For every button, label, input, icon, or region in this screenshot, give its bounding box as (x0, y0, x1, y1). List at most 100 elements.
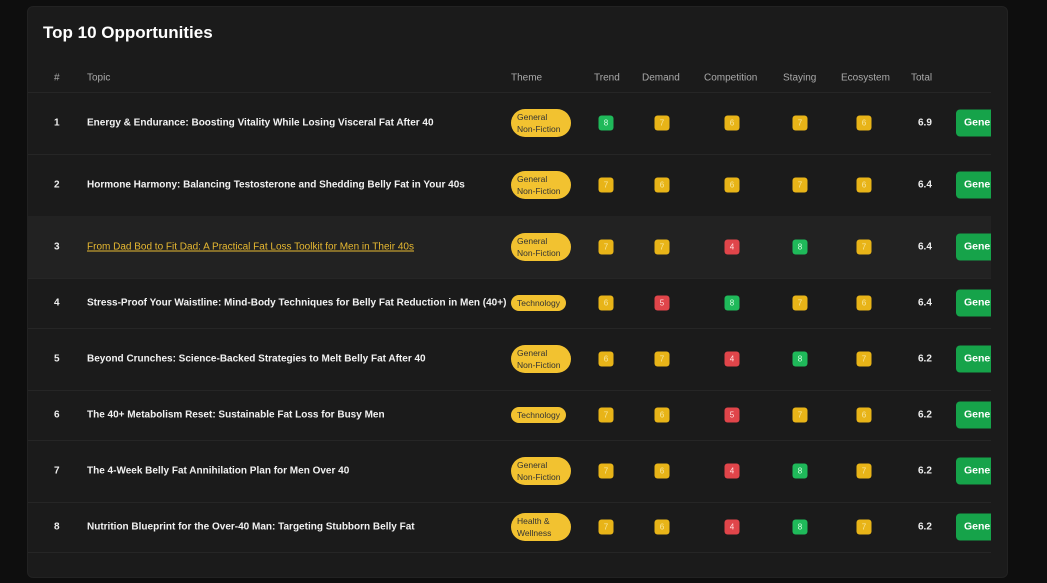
topic-link[interactable]: Stress-Proof Your Waistline: Mind-Body T… (87, 298, 506, 309)
table-row: 8 Nutrition Blueprint for the Over-40 Ma… (28, 502, 991, 553)
row-number: 7 (54, 465, 60, 477)
topic-link[interactable]: From Dad Bod to Fit Dad: A Practical Fat… (87, 242, 414, 253)
demand-score: 6 (654, 177, 670, 193)
staying-score: 8 (792, 351, 808, 367)
staying-score: 7 (792, 115, 808, 131)
demand-score: 7 (654, 351, 670, 367)
theme-badge: General Non-Fiction (511, 171, 571, 199)
trend-score: 7 (598, 177, 614, 193)
ecosystem-score: 6 (856, 295, 872, 311)
generate-button[interactable]: Generate (956, 401, 991, 429)
total-score: 6.2 (918, 521, 932, 533)
row-number: 8 (54, 521, 60, 533)
row-number: 3 (54, 241, 60, 253)
ecosystem-score: 6 (856, 177, 872, 193)
demand-score: 6 (654, 463, 670, 479)
generate-button[interactable]: Generate (956, 233, 991, 261)
demand-score: 5 (654, 295, 670, 311)
staying-score: 7 (792, 295, 808, 311)
trend-score: 7 (598, 463, 614, 479)
header-topic: Topic (87, 72, 111, 83)
table-row: 6 The 40+ Metabolism Reset: Sustainable … (28, 390, 991, 441)
topic-link[interactable]: Beyond Crunches: Science-Backed Strategi… (87, 354, 426, 365)
generate-button[interactable]: Generate (956, 171, 991, 199)
demand-score: 7 (654, 115, 670, 131)
trend-score: 6 (598, 351, 614, 367)
competition-score: 4 (724, 519, 740, 535)
table-row: 5 Beyond Crunches: Science-Backed Strate… (28, 328, 991, 391)
total-score: 6.2 (918, 465, 932, 477)
competition-score: 5 (724, 407, 740, 423)
table-header: # Topic Theme Trend Demand Competition S… (28, 63, 991, 93)
staying-score: 8 (792, 463, 808, 479)
generate-button[interactable]: Generate (956, 345, 991, 373)
topic-link[interactable]: The 4-Week Belly Fat Annihilation Plan f… (87, 466, 349, 477)
header-num: # (54, 72, 60, 83)
table-row: 2 Hormone Harmony: Balancing Testosteron… (28, 154, 991, 217)
opportunities-card: Top 10 Opportunities # Topic Theme Trend… (27, 6, 1008, 578)
topic-link[interactable]: Nutrition Blueprint for the Over-40 Man:… (87, 522, 415, 533)
theme-badge: General Non-Fiction (511, 233, 571, 261)
competition-score: 6 (724, 115, 740, 131)
topic-link[interactable]: Energy & Endurance: Boosting Vitality Wh… (87, 118, 434, 129)
generate-button[interactable]: Generate (956, 513, 991, 541)
competition-score: 4 (724, 463, 740, 479)
theme-badge: Technology (511, 407, 567, 423)
table-row: 1 Energy & Endurance: Boosting Vitality … (28, 92, 991, 155)
theme-badge: General Non-Fiction (511, 109, 571, 137)
ecosystem-score: 7 (856, 463, 872, 479)
total-score: 6.4 (918, 179, 932, 191)
trend-score: 8 (598, 115, 614, 131)
table-row: 3 From Dad Bod to Fit Dad: A Practical F… (28, 216, 991, 279)
theme-badge: Health & Wellness (511, 513, 571, 541)
topic-link[interactable]: Hormone Harmony: Balancing Testosterone … (87, 180, 465, 191)
header-total: Total (911, 72, 933, 83)
header-theme: Theme (511, 72, 543, 83)
competition-score: 4 (724, 239, 740, 255)
generate-button[interactable]: Generate (956, 289, 991, 317)
card-title: Top 10 Opportunities (43, 23, 213, 42)
demand-score: 6 (654, 407, 670, 423)
ecosystem-score: 7 (856, 239, 872, 255)
trend-score: 6 (598, 295, 614, 311)
total-score: 6.4 (918, 297, 932, 309)
trend-score: 7 (598, 519, 614, 535)
row-number: 5 (54, 353, 60, 365)
theme-badge: General Non-Fiction (511, 345, 571, 373)
total-score: 6.9 (918, 117, 932, 129)
table-row: 7 The 4-Week Belly Fat Annihilation Plan… (28, 440, 991, 503)
header-demand: Demand (642, 72, 680, 83)
theme-badge: Technology (511, 295, 567, 311)
header-competition: Competition (704, 72, 758, 83)
theme-badge: General Non-Fiction (511, 457, 571, 485)
staying-score: 7 (792, 177, 808, 193)
table-row: 4 Stress-Proof Your Waistline: Mind-Body… (28, 278, 991, 329)
opportunities-table: # Topic Theme Trend Demand Competition S… (28, 63, 991, 583)
ecosystem-score: 6 (856, 115, 872, 131)
row-number: 4 (54, 297, 60, 309)
competition-score: 4 (724, 351, 740, 367)
staying-score: 7 (792, 407, 808, 423)
header-ecosystem: Ecosystem (841, 72, 890, 83)
demand-score: 6 (654, 519, 670, 535)
trend-score: 7 (598, 239, 614, 255)
competition-score: 8 (724, 295, 740, 311)
generate-button[interactable]: Generate (956, 457, 991, 485)
generate-button[interactable]: Generate (956, 109, 991, 137)
staying-score: 8 (792, 239, 808, 255)
demand-score: 7 (654, 239, 670, 255)
topic-link[interactable]: The 40+ Metabolism Reset: Sustainable Fa… (87, 410, 385, 421)
staying-score: 8 (792, 519, 808, 535)
row-number: 2 (54, 179, 60, 191)
competition-score: 6 (724, 177, 740, 193)
row-number: 6 (54, 409, 60, 421)
header-trend: Trend (594, 72, 620, 83)
trend-score: 7 (598, 407, 614, 423)
total-score: 6.2 (918, 409, 932, 421)
ecosystem-score: 6 (856, 407, 872, 423)
row-number: 1 (54, 117, 60, 129)
ecosystem-score: 7 (856, 519, 872, 535)
ecosystem-score: 7 (856, 351, 872, 367)
header-staying: Staying (783, 72, 817, 83)
total-score: 6.2 (918, 353, 932, 365)
